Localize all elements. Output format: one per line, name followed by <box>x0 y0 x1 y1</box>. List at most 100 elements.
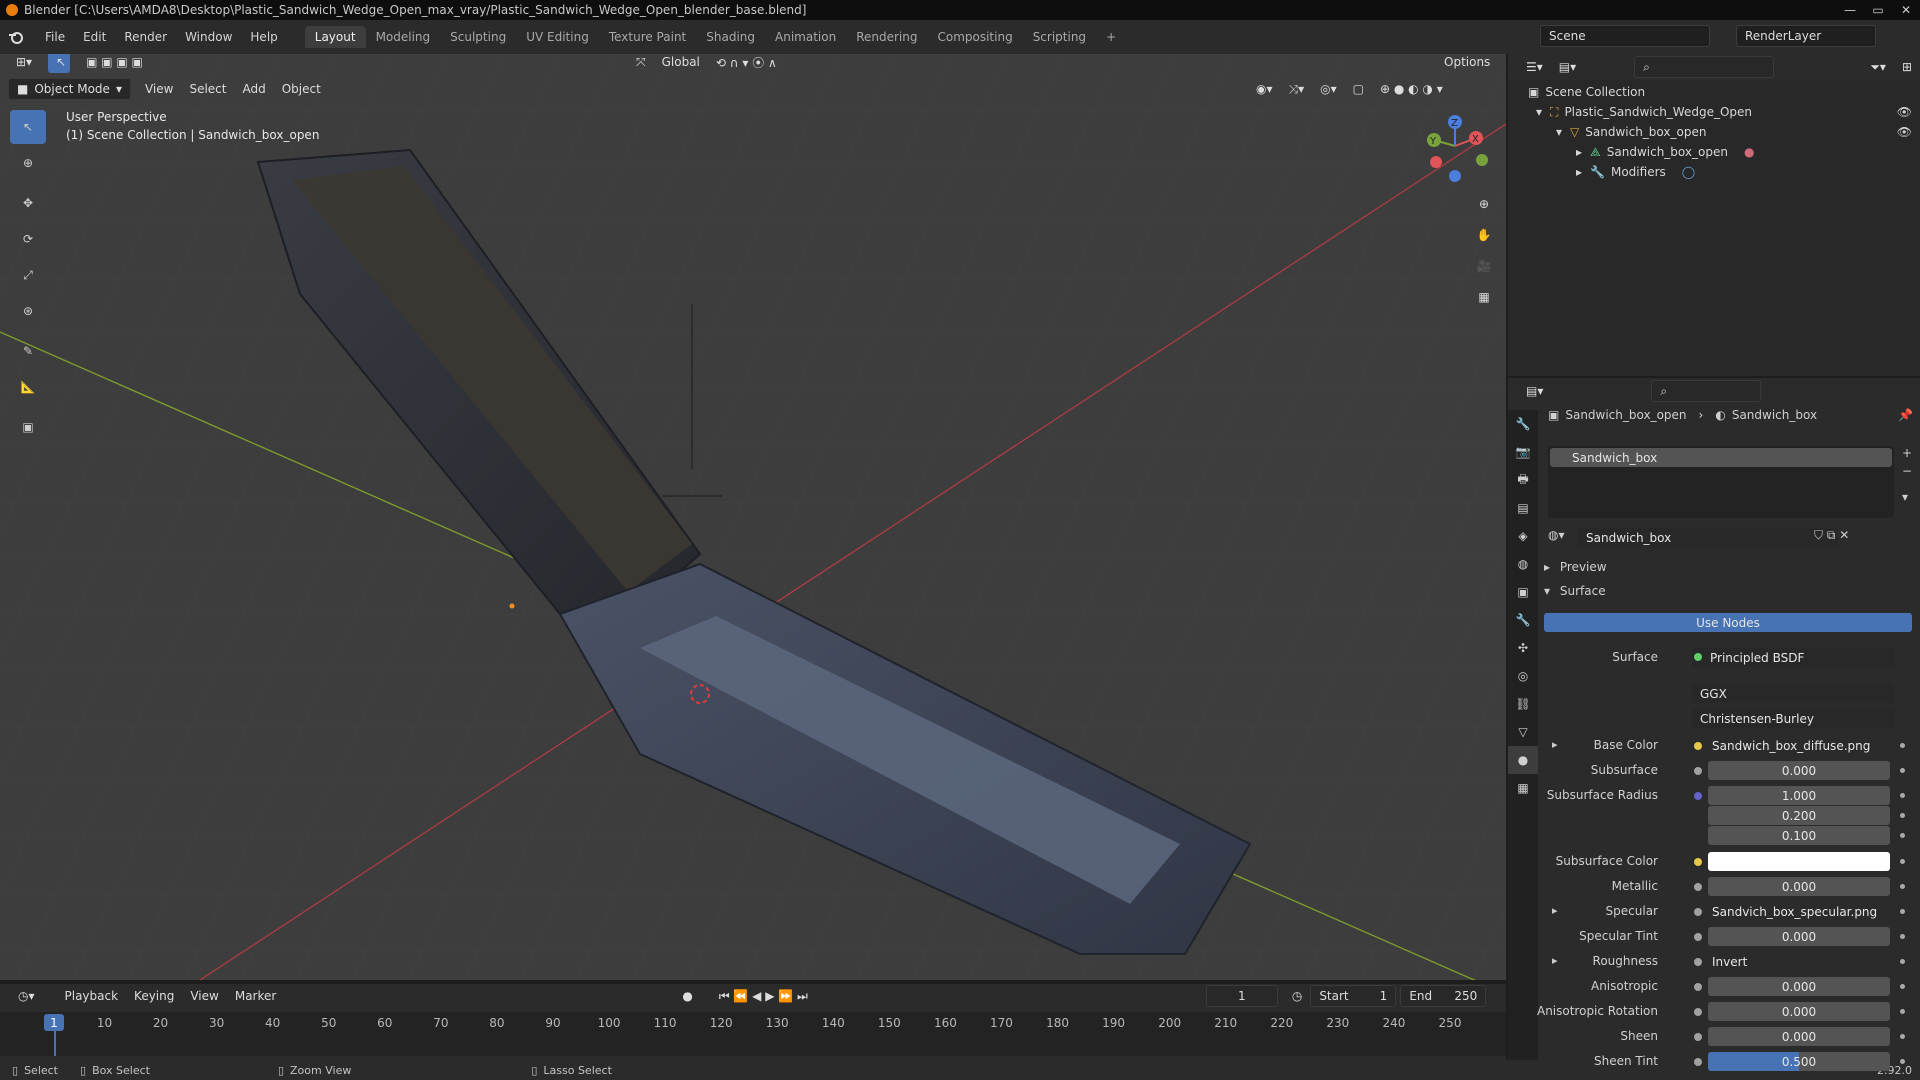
tool-tab-icon[interactable]: 🔧 <box>1508 410 1538 438</box>
tab-compositing[interactable]: Compositing <box>927 26 1022 48</box>
outliner-row-modifiers[interactable]: ▸ 🔧 Modifiers ◯ <box>1576 162 1695 182</box>
viewport-menu-object[interactable]: Object <box>274 78 329 100</box>
shader-input-field[interactable]: 0.200 <box>1708 806 1890 825</box>
shader-input-field[interactable]: 0.100 <box>1708 826 1890 845</box>
tab-rendering[interactable]: Rendering <box>846 26 927 48</box>
socket-icon[interactable] <box>1694 742 1702 750</box>
distribution-dropdown[interactable]: GGX <box>1692 684 1894 703</box>
socket-icon[interactable] <box>1694 908 1702 916</box>
shader-input-field[interactable]: 1.000 <box>1708 786 1890 805</box>
menu-edit[interactable]: Edit <box>74 30 115 44</box>
shader-input-field[interactable]: Invert <box>1708 952 1890 971</box>
shading-mode-icons[interactable]: ⊕ ● ◐ ◑ ▾ <box>1372 78 1451 100</box>
playhead[interactable]: 1 <box>44 1014 64 1031</box>
render-tab-icon[interactable]: 📷 <box>1508 438 1538 466</box>
eye-icon[interactable]: 👁 <box>1897 125 1912 139</box>
new-collection-icon[interactable]: ⊞ <box>1894 56 1920 78</box>
display-mode-icon[interactable]: ▤▾ <box>1551 56 1584 78</box>
options-menu[interactable]: Options <box>1436 54 1498 74</box>
tab-texture-paint[interactable]: Texture Paint <box>599 26 696 48</box>
timeline-menu-playback[interactable]: Playback <box>57 985 127 1007</box>
timeline-ruler[interactable]: 1 10 20 30 40 50 60 70 80 90 100 110 120 130 140 150 16… <box>0 1012 1506 1056</box>
outliner-row-object[interactable]: ▾ ▽ Sandwich_box_open 👁 <box>1556 122 1912 142</box>
keyframe-dot-icon[interactable] <box>1900 793 1905 798</box>
camera-icon[interactable]: 🎥 <box>1470 252 1498 280</box>
timeline-editor-type-icon[interactable]: ◷▾ <box>10 985 43 1007</box>
output-tab-icon[interactable]: 🖶 <box>1508 466 1538 494</box>
xray-icon[interactable]: ▢ <box>1345 78 1372 100</box>
properties-editor-type-icon[interactable]: ▤▾ <box>1518 380 1551 402</box>
add-workspace-icon[interactable]: + <box>1096 26 1126 48</box>
socket-icon[interactable] <box>1694 858 1702 866</box>
stopwatch-icon[interactable]: ◷ <box>1284 985 1310 1007</box>
slot-add-icon[interactable]: + <box>1902 446 1912 460</box>
menu-render[interactable]: Render <box>115 30 176 44</box>
keyframe-dot-icon[interactable] <box>1900 1059 1905 1064</box>
keyframe-dot-icon[interactable] <box>1900 859 1905 864</box>
zoom-icon[interactable]: ⊕ <box>1470 190 1498 218</box>
panel-surface[interactable]: ▾ Surface <box>1544 584 1606 598</box>
slot-remove-icon[interactable]: − <box>1902 464 1912 478</box>
transform-tool[interactable]: ⊛ <box>10 294 46 328</box>
keyframe-dot-icon[interactable] <box>1900 813 1905 818</box>
end-frame-field[interactable]: End 250 <box>1400 985 1487 1007</box>
menu-file[interactable]: File <box>36 30 74 44</box>
world-tab-icon[interactable]: ◍ <box>1508 550 1538 578</box>
constraints-tab-icon[interactable]: ⛓ <box>1508 690 1538 718</box>
visibility-icon[interactable]: ◉▾ <box>1248 78 1281 100</box>
close-icon[interactable]: ✕ <box>1892 0 1920 20</box>
outliner-search-input[interactable]: ⌕ <box>1634 56 1775 78</box>
shader-input-field[interactable]: Sandvich_box_specular.png <box>1708 902 1890 921</box>
surface-shader-field[interactable]: Principled BSDF <box>1692 648 1894 667</box>
panel-preview[interactable]: ▸ Preview <box>1544 560 1607 574</box>
keyframe-dot-icon[interactable] <box>1900 884 1905 889</box>
measure-tool[interactable]: 📐 <box>10 370 46 404</box>
shader-input-field[interactable] <box>1708 852 1890 871</box>
timeline-menu-keying[interactable]: Keying <box>126 985 182 1007</box>
menu-window[interactable]: Window <box>176 30 241 44</box>
keyframe-dot-icon[interactable] <box>1900 984 1905 989</box>
tab-sculpting[interactable]: Sculpting <box>440 26 516 48</box>
tab-animation[interactable]: Animation <box>765 26 846 48</box>
viewport-menu-add[interactable]: Add <box>234 78 273 100</box>
socket-icon[interactable] <box>1694 1033 1702 1041</box>
material-actions-icons[interactable]: ⛉ ⧉ ✕ <box>1814 528 1849 543</box>
shader-input-field[interactable]: 0.000 <box>1708 1002 1890 1021</box>
use-nodes-button[interactable]: Use Nodes <box>1544 613 1912 632</box>
shader-input-field[interactable]: Sandwich_box_diffuse.png <box>1708 736 1890 755</box>
tab-uv-editing[interactable]: UV Editing <box>516 26 599 48</box>
keyframe-dot-icon[interactable] <box>1900 934 1905 939</box>
gizmo-toggle-icon[interactable]: ⤨▾ <box>1281 78 1313 100</box>
keyframe-dot-icon[interactable] <box>1900 1009 1905 1014</box>
socket-icon[interactable] <box>1694 983 1702 991</box>
expand-arrow-icon[interactable]: ▸ <box>1552 954 1558 967</box>
socket-icon[interactable] <box>1694 1008 1702 1016</box>
properties-search-input[interactable]: ⌕ <box>1651 380 1762 402</box>
tab-layout[interactable]: Layout <box>304 26 366 48</box>
record-icon[interactable]: ● <box>674 985 700 1007</box>
viewport-menu-select[interactable]: Select <box>181 78 234 100</box>
ortho-grid-icon[interactable]: ▦ <box>1470 283 1498 311</box>
move-tool[interactable]: ✥ <box>10 186 46 220</box>
shader-input-field[interactable]: 0.500 <box>1708 1052 1890 1071</box>
3d-viewport[interactable]: X Y Z ⊞▾ ↖ ▣ ▣ ▣ ▣ ⤧ Global ⟲ ∩ ▾ ⦿ ∧ Op… <box>0 54 1506 980</box>
pan-hand-icon[interactable]: ✋ <box>1470 221 1498 249</box>
keyframe-dot-icon[interactable] <box>1900 768 1905 773</box>
shader-input-field[interactable]: 0.000 <box>1708 927 1890 946</box>
outliner-row-collection[interactable]: ▾ ⛶ Plastic_Sandwich_Wedge_Open 👁 <box>1536 102 1912 122</box>
view-layer-selector[interactable]: RenderLayer <box>1736 25 1876 47</box>
tab-scripting[interactable]: Scripting <box>1023 26 1096 48</box>
keyframe-dot-icon[interactable] <box>1900 909 1905 914</box>
rotate-tool[interactable]: ⟳ <box>10 222 46 256</box>
keyframe-dot-icon[interactable] <box>1900 833 1905 838</box>
tab-modeling[interactable]: Modeling <box>366 26 441 48</box>
add-cube-tool[interactable]: ▣ <box>10 410 46 444</box>
physics-tab-icon[interactable]: ◎ <box>1508 662 1538 690</box>
scale-tool[interactable]: ⤢ <box>10 258 46 292</box>
outliner-scene-collection[interactable]: ▣ Scene Collection <box>1528 82 1645 102</box>
slot-menu-icon[interactable]: ▾ <box>1902 490 1908 504</box>
socket-icon[interactable] <box>1694 958 1702 966</box>
filter-icon[interactable]: ⏷▾ <box>1862 56 1894 78</box>
socket-icon[interactable] <box>1694 933 1702 941</box>
outliner-editor-type-icon[interactable]: ☰▾ <box>1518 56 1551 78</box>
